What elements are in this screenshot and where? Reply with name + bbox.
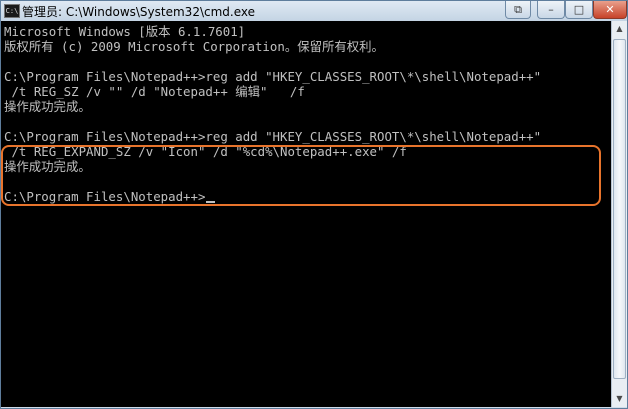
cmd-icon[interactable]: C:\: [4, 4, 20, 18]
scroll-up-icon[interactable]: ▲: [612, 21, 627, 37]
console-line-version: Microsoft Windows [版本 6.1.7601]: [4, 24, 246, 39]
minimize-button[interactable]: –: [537, 1, 565, 19]
console-line-command-2: C:\Program Files\Notepad++>reg add "HKEY…: [4, 129, 542, 144]
scroll-down-icon[interactable]: ▼: [612, 391, 627, 407]
console-line-copyright: 版权所有 (c) 2009 Microsoft Corporation。保留所有…: [4, 39, 384, 54]
scroll-thumb[interactable]: [613, 39, 626, 379]
console-line-result-1: 操作成功完成。: [4, 99, 91, 114]
title-bar[interactable]: C:\ 管理员: C:\Windows\System32\cmd.exe ⧉ –…: [1, 1, 627, 21]
console-line-command-1-args: /t REG_SZ /v "" /d "Notepad++ 编辑" /f: [4, 84, 305, 99]
highlight-box: [1, 145, 601, 206]
maximize-button[interactable]: □: [565, 1, 593, 19]
cmd-window: C:\ 管理员: C:\Windows\System32\cmd.exe ⧉ –…: [0, 0, 628, 409]
close-button[interactable]: ✕: [593, 1, 627, 19]
restore-layout-button[interactable]: ⧉: [505, 1, 531, 19]
console-line-command-1: C:\Program Files\Notepad++>reg add "HKEY…: [4, 69, 542, 84]
console-output[interactable]: Microsoft Windows [版本 6.1.7601] 版权所有 (c)…: [1, 21, 611, 407]
window-title: 管理员: C:\Windows\System32\cmd.exe: [22, 5, 255, 19]
vertical-scrollbar[interactable]: ▲ ▼: [611, 21, 627, 407]
